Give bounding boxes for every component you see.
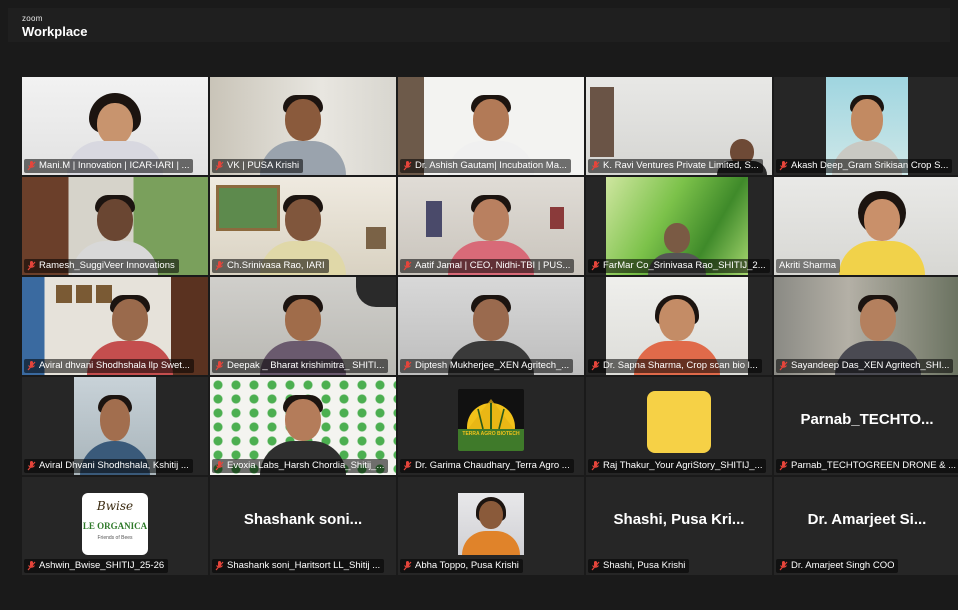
- mic-muted-icon: [215, 161, 224, 171]
- mic-muted-icon: [27, 261, 36, 271]
- participant-name-label: Aviral Dhvani Shodhshala, Kshitij ...: [24, 459, 193, 473]
- participant-tile[interactable]: Shashank soni... Shashank soni_Haritsort…: [210, 477, 396, 575]
- participant-name-label: Sayandeep Das_XEN Agritech_SHI...: [776, 359, 954, 373]
- participant-tile[interactable]: K. Ravi Ventures Private Limited, S...: [586, 77, 772, 175]
- participant-name-label: Ashwin_Bwise_SHITIJ_25-26: [24, 559, 169, 573]
- participant-name-label: Shashank soni_Haritsort LL_Shitij ...: [212, 559, 385, 573]
- participant-name-label: K. Ravi Ventures Private Limited, S...: [588, 159, 763, 173]
- participant-name-label: Dr. Garima Chaudhary_Terra Agro ...: [400, 459, 574, 473]
- avatar: [647, 391, 711, 453]
- participant-tile[interactable]: Raj Thakur_Your AgriStory_SHITIJ_...: [586, 377, 772, 475]
- title-bar: zoom Workplace: [8, 8, 950, 42]
- participant-tile[interactable]: Sayandeep Das_XEN Agritech_SHI...: [774, 277, 958, 375]
- participant-name-label: Abha Toppo, Pusa Krishi: [400, 559, 523, 573]
- participant-name-label: Mani.M | Innovation | ICAR-IARI | ...: [24, 159, 194, 173]
- participant-name-label: Aatif Jamal | CEO, Nidhi-TBI | PUS...: [400, 259, 575, 273]
- mic-muted-icon: [591, 561, 600, 571]
- participant-name-label: Diptesh Mukherjee_XEN Agritech_...: [400, 359, 574, 373]
- participant-display-name: Shashank soni...: [243, 511, 363, 528]
- mic-muted-icon: [591, 461, 600, 471]
- participant-tile[interactable]: Evoxia Labs_Harsh Chordia_Shitij_...: [210, 377, 396, 475]
- mic-muted-icon: [591, 261, 600, 271]
- participant-tile[interactable]: Dr. Amarjeet Si... Dr. Amarjeet Singh CO…: [774, 477, 958, 575]
- participant-name-label: Ramesh_SuggiVeer Innovations: [24, 259, 179, 273]
- mic-muted-icon: [215, 561, 224, 571]
- participant-tile[interactable]: Shashi, Pusa Kri... Shashi, Pusa Krishi: [586, 477, 772, 575]
- participant-tile[interactable]: Deepak _ Bharat krishimitra_ SHITI...: [210, 277, 396, 375]
- participant-tile[interactable]: Abha Toppo, Pusa Krishi: [398, 477, 584, 575]
- participant-tile[interactable]: Diptesh Mukherjee_XEN Agritech_...: [398, 277, 584, 375]
- participant-name-label: Deepak _ Bharat krishimitra_ SHITI...: [212, 359, 389, 373]
- participant-name-label: Raj Thakur_Your AgriStory_SHITIJ_...: [588, 459, 767, 473]
- mic-muted-icon: [591, 161, 600, 171]
- participant-name-label: Dr. Ashish Gautam| Incubation Ma...: [400, 159, 571, 173]
- participant-tile[interactable]: FarMar Co_Srinivasa Rao_SHITIJ_2...: [586, 177, 772, 275]
- participant-name-label: Shashi, Pusa Krishi: [588, 559, 690, 573]
- terra-agro-logo: TERRA AGRO BIOTECH: [458, 389, 524, 451]
- participant-tile[interactable]: Ramesh_SuggiVeer Innovations: [22, 177, 208, 275]
- mic-muted-icon: [215, 261, 224, 271]
- mic-muted-icon: [403, 261, 412, 271]
- participant-tile[interactable]: Aatif Jamal | CEO, Nidhi-TBI | PUS...: [398, 177, 584, 275]
- mic-muted-icon: [779, 561, 788, 571]
- participant-tile[interactable]: TERRA AGRO BIOTECH Dr. Garima Chaudhary_…: [398, 377, 584, 475]
- mic-muted-icon: [215, 461, 224, 471]
- participant-tile-active-speaker[interactable]: Akriti Sharma: [774, 177, 958, 275]
- app-title: Workplace: [22, 24, 88, 39]
- participant-name-label: Ch.Srinivasa Rao, IARI: [212, 259, 329, 273]
- participant-name-label: Parnab_TECHTOGREEN DRONE & ...: [776, 459, 958, 473]
- participant-display-name: Shashi, Pusa Kri...: [613, 511, 745, 528]
- mic-muted-icon: [27, 561, 36, 571]
- mic-muted-icon: [27, 361, 36, 371]
- participant-name-label: Dr. Sapna Sharma, Crop scan bio l...: [588, 359, 762, 373]
- mic-muted-icon: [403, 461, 412, 471]
- participant-tile[interactable]: Dr. Ashish Gautam| Incubation Ma...: [398, 77, 584, 175]
- le-organica-logo: Bwise LE ORGANICA Friends of Bees: [82, 493, 148, 555]
- participant-tile[interactable]: Mani.M | Innovation | ICAR-IARI | ...: [22, 77, 208, 175]
- participant-grid: Mani.M | Innovation | ICAR-IARI | ... VK…: [22, 77, 958, 575]
- mic-muted-icon: [403, 361, 412, 371]
- participant-display-name: Parnab_TECHTO...: [800, 411, 934, 428]
- participant-tile[interactable]: Bwise LE ORGANICA Friends of Bees Ashwin…: [22, 477, 208, 575]
- mic-muted-icon: [403, 561, 412, 571]
- participant-tile[interactable]: Parnab_TECHTO... Parnab_TECHTOGREEN DRON…: [774, 377, 958, 475]
- gallery-view: Mani.M | Innovation | ICAR-IARI | ... VK…: [8, 42, 958, 602]
- participant-tile[interactable]: Aviral dhvani Shodhshala llp Swet...: [22, 277, 208, 375]
- mic-muted-icon: [779, 361, 788, 371]
- participant-tile[interactable]: Dr. Sapna Sharma, Crop scan bio l...: [586, 277, 772, 375]
- participant-name-label: VK | PUSA Krishi: [212, 159, 304, 173]
- participant-tile[interactable]: VK | PUSA Krishi: [210, 77, 396, 175]
- participant-name-label: Aviral dhvani Shodhshala llp Swet...: [24, 359, 194, 373]
- participant-display-name: Dr. Amarjeet Si...: [807, 511, 927, 528]
- participant-name-label: Akash Deep_Gram Srikisan Crop S...: [776, 159, 953, 173]
- participant-tile[interactable]: Aviral Dhvani Shodhshala, Kshitij ...: [22, 377, 208, 475]
- mic-muted-icon: [215, 361, 224, 371]
- participant-name-label: Akriti Sharma: [776, 259, 841, 273]
- mic-muted-icon: [779, 461, 788, 471]
- participant-name-label: Evoxia Labs_Harsh Chordia_Shitij_...: [212, 459, 389, 473]
- participant-tile[interactable]: Akash Deep_Gram Srikisan Crop S...: [774, 77, 958, 175]
- mic-muted-icon: [591, 361, 600, 371]
- participant-name-label: FarMar Co_Srinivasa Rao_SHITIJ_2...: [588, 259, 770, 273]
- mic-muted-icon: [27, 461, 36, 471]
- participant-tile[interactable]: Ch.Srinivasa Rao, IARI: [210, 177, 396, 275]
- mic-muted-icon: [779, 161, 788, 171]
- participant-name-label: Dr. Amarjeet Singh COO: [776, 559, 899, 573]
- zoom-brand: zoom: [22, 14, 43, 23]
- mic-muted-icon: [403, 161, 412, 171]
- avatar: [458, 493, 524, 555]
- mic-muted-icon: [27, 161, 36, 171]
